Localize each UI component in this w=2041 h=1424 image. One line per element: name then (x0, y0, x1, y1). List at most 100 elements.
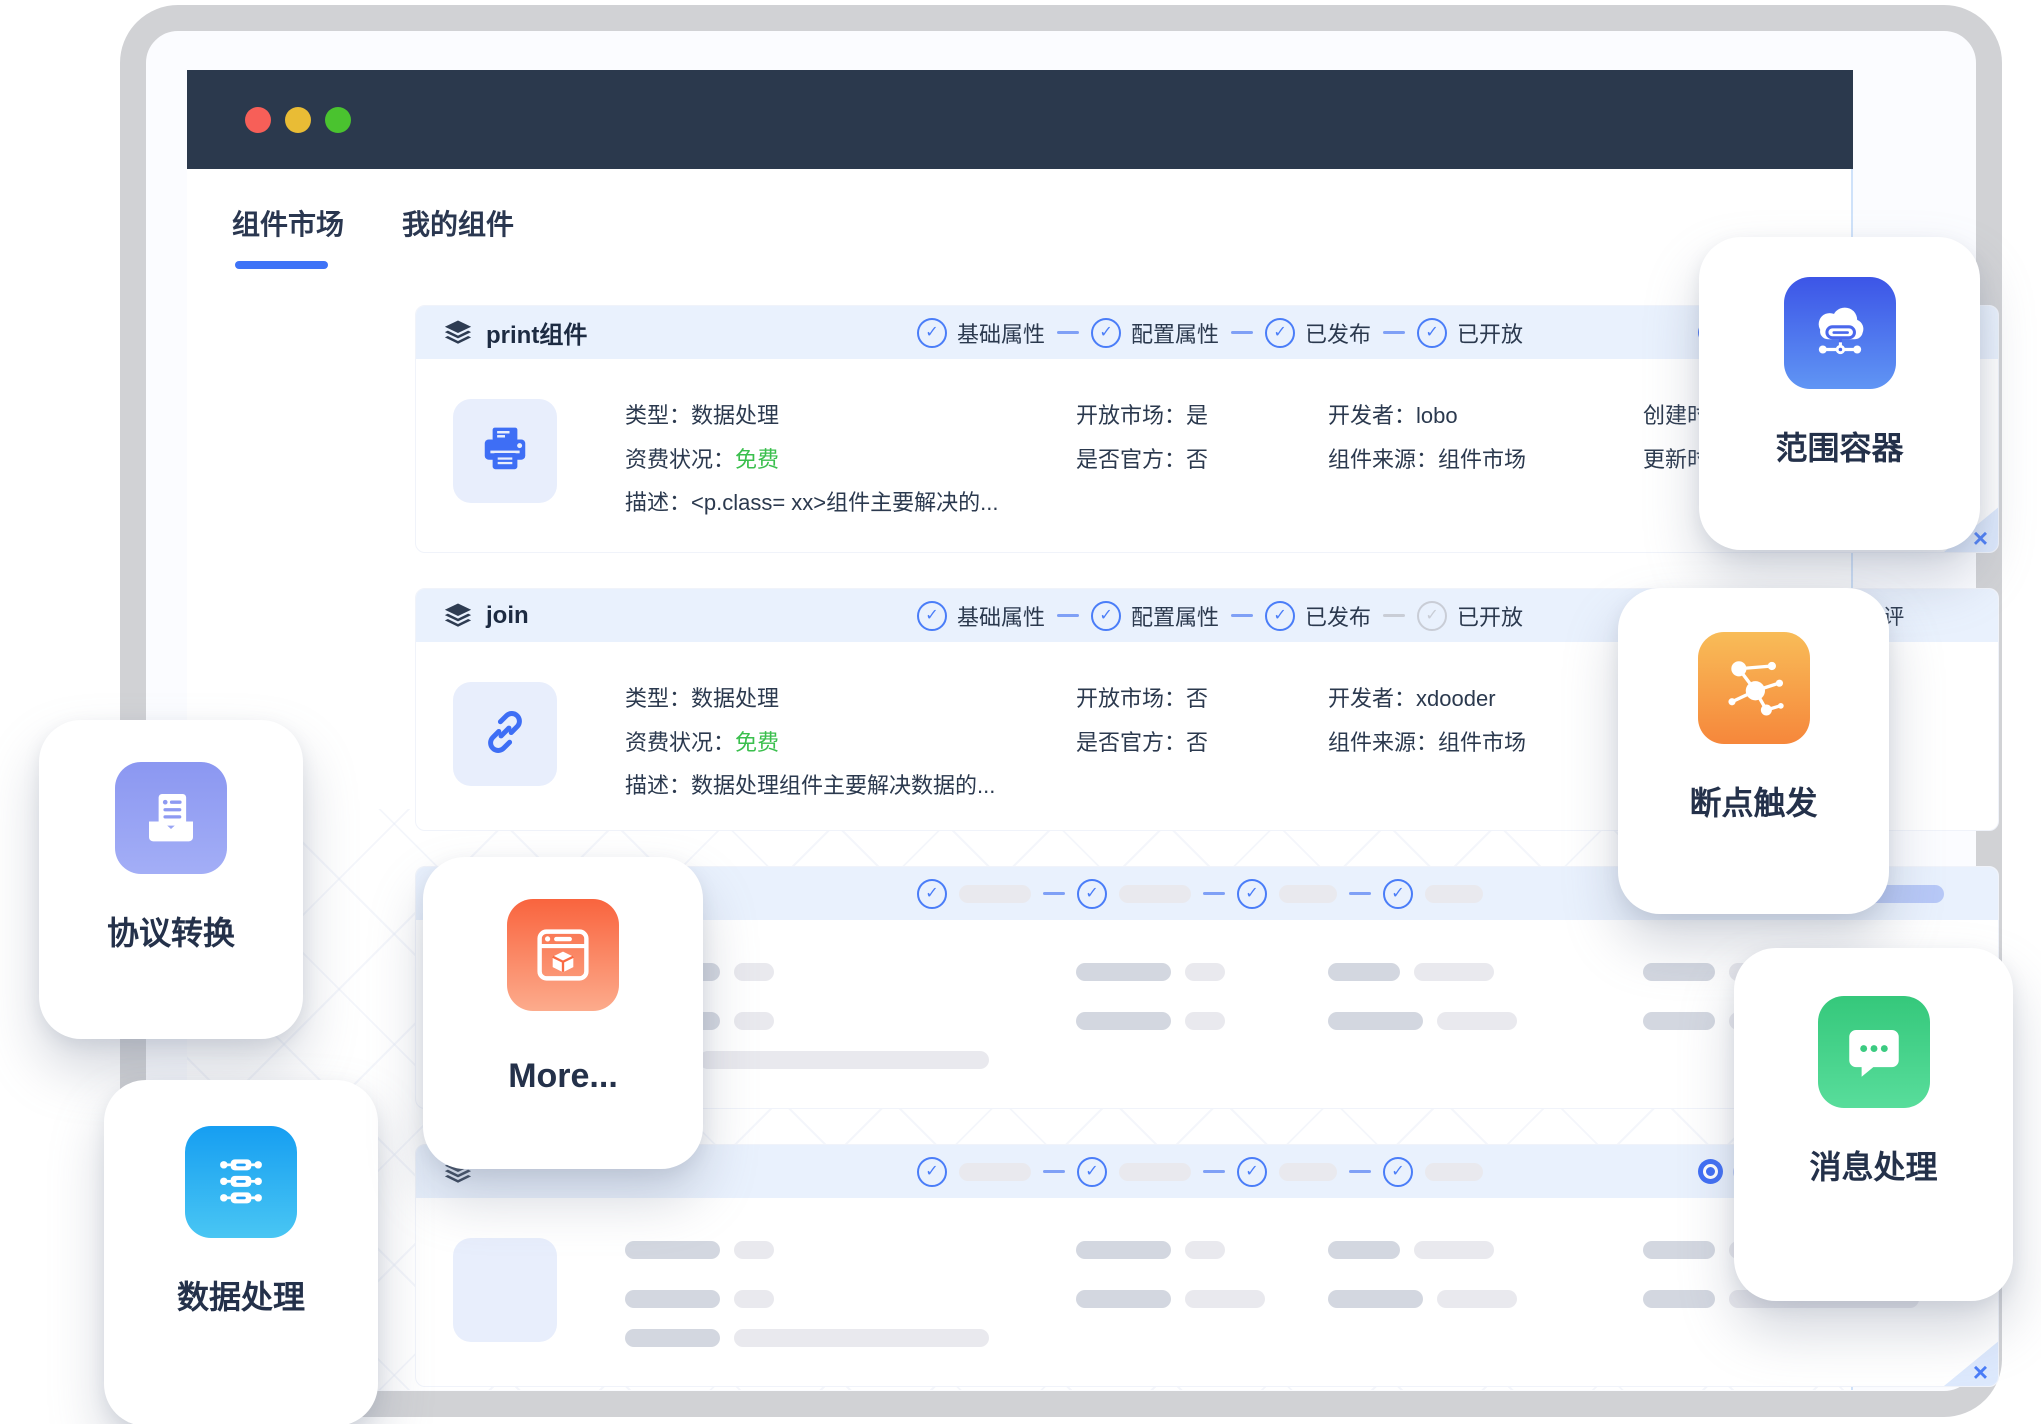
step-dash (1349, 892, 1371, 895)
check-icon: ✓ (1237, 879, 1267, 909)
usage-icon (1698, 1159, 1723, 1184)
floating-card-label: 数据处理 (177, 1272, 305, 1318)
skeleton-bar (1119, 1163, 1191, 1181)
check-icon: ✓ (1383, 879, 1413, 909)
step-dash (1231, 331, 1253, 334)
scope-container-icon (1784, 277, 1896, 389)
protocol-convert-icon (115, 762, 227, 874)
window-content: 组件市场 我的组件 print组件 ✓基础属性 (187, 169, 1853, 1390)
skeleton-field (1328, 1012, 1517, 1030)
skeleton-field (625, 1241, 774, 1259)
floating-card-label: More... (508, 1057, 618, 1096)
skeleton-bar (1279, 885, 1337, 903)
skeleton-bar (1425, 885, 1483, 903)
component-icon-tile (453, 399, 557, 503)
collapse-corner[interactable]: × (1943, 1341, 1999, 1387)
more-components-icon (507, 899, 619, 1011)
step-dash (1203, 892, 1225, 895)
step-skeleton: ✓ (1077, 879, 1191, 909)
check-icon: ✓ (1077, 1157, 1107, 1187)
data-process-icon (185, 1126, 297, 1238)
floating-card-message-process[interactable]: 消息处理 (1734, 948, 2013, 1301)
field-developer: 开发者：xdooder (1328, 681, 1496, 713)
floating-card-scope-container[interactable]: 范围容器 (1699, 237, 1980, 550)
check-icon: ✓ (1237, 1157, 1267, 1187)
step-basic: ✓基础属性 (917, 600, 1045, 632)
skeleton-field (625, 1329, 989, 1347)
step-dash (1231, 614, 1253, 617)
link-icon (478, 705, 532, 764)
skeleton-field (1076, 1241, 1225, 1259)
check-icon: ✓ (1265, 318, 1295, 348)
check-icon: ✓ (1417, 318, 1447, 348)
step-dash (1043, 892, 1065, 895)
skeleton-field (1328, 1241, 1494, 1259)
floating-card-breakpoint-trigger[interactable]: 断点触发 (1618, 588, 1889, 914)
check-icon: ✓ (1265, 601, 1295, 631)
field-fee: 资费状况：免费 (625, 725, 779, 757)
step-config: ✓配置属性 (1091, 600, 1219, 632)
step-basic: ✓基础属性 (917, 317, 1045, 349)
step-dash (1383, 331, 1405, 334)
floating-card-label: 消息处理 (1809, 1142, 1937, 1188)
check-icon: ✓ (1091, 601, 1121, 631)
step-skeleton: ✓ (917, 879, 1031, 909)
card-title: print组件 (486, 315, 587, 350)
step-skeleton: ✓ (1383, 879, 1483, 909)
floating-card-label: 范围容器 (1775, 423, 1903, 469)
step-dash (1349, 1170, 1371, 1173)
field-official: 是否官方：否 (1076, 725, 1208, 757)
status-steps: ✓基础属性 ✓配置属性 ✓已发布 ✓已开放 (917, 306, 1523, 359)
maximize-window-dot[interactable] (325, 107, 351, 133)
step-dash (1057, 331, 1079, 334)
check-icon: ✓ (1077, 879, 1107, 909)
field-type: 类型：数据处理 (625, 398, 779, 430)
floating-card-label: 断点触发 (1689, 778, 1817, 824)
skeleton-field (1328, 1290, 1517, 1308)
skeleton-field (1076, 1290, 1265, 1308)
close-window-dot[interactable] (245, 107, 271, 133)
floating-card-protocol-convert[interactable]: 协议转换 (39, 720, 303, 1039)
close-icon: × (1973, 525, 1988, 551)
skeleton-bar (959, 1163, 1031, 1181)
step-published: ✓已发布 (1265, 600, 1371, 632)
field-desc: 描述：数据处理组件主要解决数据的... (625, 768, 995, 800)
skeleton-bar (1119, 885, 1191, 903)
screenshot-stage: 组件市场 我的组件 print组件 ✓基础属性 (0, 0, 2041, 1424)
step-dash (1203, 1170, 1225, 1173)
check-icon: ✓ (917, 318, 947, 348)
component-icon-tile (453, 1238, 557, 1342)
step-skeleton: ✓ (1237, 879, 1337, 909)
skeleton-bar (1279, 1163, 1337, 1181)
window-titlebar (187, 70, 1853, 169)
browser-window: 组件市场 我的组件 print组件 ✓基础属性 (187, 70, 1853, 1390)
step-dash (1043, 1170, 1065, 1173)
floating-card-more[interactable]: More... (423, 857, 703, 1169)
step-open: ✓已开放 (1417, 317, 1523, 349)
skeleton-bar (959, 885, 1031, 903)
status-steps: ✓ ✓ ✓ ✓ (917, 867, 1483, 920)
status-steps: ✓ ✓ ✓ ✓ (917, 1145, 1483, 1198)
floating-card-data-process[interactable]: 数据处理 (104, 1080, 378, 1424)
check-icon: ✓ (917, 1157, 947, 1187)
check-icon: ✓ (1417, 601, 1447, 631)
check-icon: ✓ (1383, 1157, 1413, 1187)
tab-my-components[interactable]: 我的组件 (402, 203, 514, 243)
step-open: ✓已开放 (1417, 600, 1523, 632)
layers-icon (443, 601, 473, 631)
tab-component-market[interactable]: 组件市场 (232, 203, 344, 243)
skeleton-field (625, 1290, 774, 1308)
skeleton-field (1328, 963, 1494, 981)
minimize-window-dot[interactable] (285, 107, 311, 133)
layers-icon (443, 318, 473, 348)
step-dash (1057, 614, 1079, 617)
field-source: 组件来源：组件市场 (1328, 442, 1526, 474)
check-icon: ✓ (1091, 318, 1121, 348)
field-fee: 资费状况：免费 (625, 442, 779, 474)
breakpoint-trigger-icon (1698, 632, 1810, 744)
field-open-market: 开放市场：否 (1076, 681, 1208, 713)
floating-card-label: 协议转换 (107, 908, 235, 954)
step-skeleton: ✓ (917, 1157, 1031, 1187)
printer-icon (478, 422, 532, 481)
step-dash (1383, 614, 1405, 617)
